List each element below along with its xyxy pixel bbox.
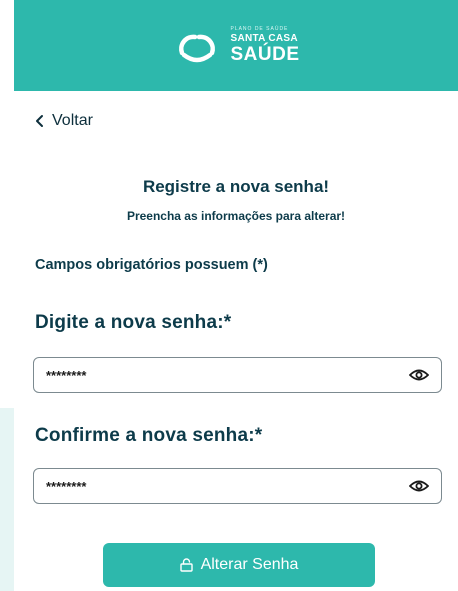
page-title: Registre a nova senha! bbox=[142, 177, 330, 196]
brand-tagline: PLANO DE SAÚDE bbox=[230, 26, 289, 32]
confirm-password-input[interactable] bbox=[46, 476, 386, 496]
change-password-panel: PLANO DE SAÚDE SANTA CASA SAÚDE Voltar R… bbox=[14, 0, 458, 591]
back-button[interactable]: Voltar bbox=[34, 112, 93, 130]
page-subtitle: Preencha as informações para alterar! bbox=[126, 209, 346, 223]
lock-icon bbox=[179, 558, 193, 572]
chevron-left-icon bbox=[36, 115, 43, 127]
eye-icon[interactable] bbox=[409, 366, 429, 384]
header: PLANO DE SAÚDE SANTA CASA SAÚDE bbox=[14, 0, 458, 91]
eye-icon[interactable] bbox=[409, 477, 429, 495]
confirm-password-label: Confirme a nova senha:* bbox=[35, 425, 263, 446]
brand-mark-icon bbox=[179, 34, 216, 62]
change-password-label: Alterar Senha bbox=[200, 556, 299, 573]
brand-name-bottom: SAÚDE bbox=[230, 44, 300, 65]
new-password-input[interactable] bbox=[46, 365, 386, 385]
change-password-button[interactable]: Alterar Senha bbox=[103, 543, 375, 587]
confirm-password-field[interactable] bbox=[33, 468, 442, 504]
required-fields-note: Campos obrigatórios possuem (*) bbox=[35, 257, 268, 273]
new-password-field[interactable] bbox=[33, 357, 442, 393]
new-password-label: Digite a nova senha:* bbox=[35, 312, 232, 333]
background-page-edge bbox=[0, 408, 14, 591]
back-label: Voltar bbox=[52, 112, 93, 129]
brand-name-top: SANTA CASA bbox=[230, 33, 298, 44]
brand-logo: PLANO DE SAÚDE SANTA CASA SAÚDE bbox=[172, 27, 299, 64]
